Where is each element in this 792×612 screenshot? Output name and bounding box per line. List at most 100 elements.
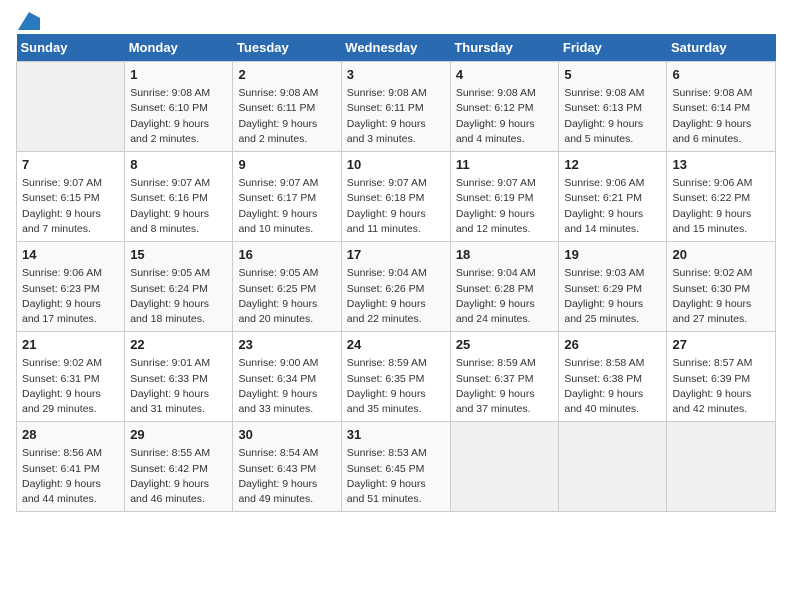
sunset-text: Sunset: 6:34 PM (238, 372, 335, 387)
day-info: Sunrise: 8:56 AMSunset: 6:41 PMDaylight:… (22, 446, 119, 507)
day-number: 24 (347, 336, 445, 354)
sunset-text: Sunset: 6:11 PM (238, 101, 335, 116)
daylight-text: Daylight: 9 hours and 46 minutes. (130, 477, 227, 507)
sunrise-text: Sunrise: 8:56 AM (22, 446, 119, 461)
sunset-text: Sunset: 6:16 PM (130, 191, 227, 206)
calendar-cell: 8Sunrise: 9:07 AMSunset: 6:16 PMDaylight… (125, 152, 233, 242)
daylight-text: Daylight: 9 hours and 35 minutes. (347, 387, 445, 417)
calendar-cell (667, 422, 776, 512)
daylight-text: Daylight: 9 hours and 51 minutes. (347, 477, 445, 507)
day-info: Sunrise: 9:01 AMSunset: 6:33 PMDaylight:… (130, 356, 227, 417)
day-number: 26 (564, 336, 661, 354)
daylight-text: Daylight: 9 hours and 42 minutes. (672, 387, 770, 417)
calendar-cell: 15Sunrise: 9:05 AMSunset: 6:24 PMDayligh… (125, 242, 233, 332)
day-info: Sunrise: 9:07 AMSunset: 6:16 PMDaylight:… (130, 176, 227, 237)
calendar-cell (559, 422, 667, 512)
daylight-text: Daylight: 9 hours and 33 minutes. (238, 387, 335, 417)
day-number: 12 (564, 156, 661, 174)
sunset-text: Sunset: 6:12 PM (456, 101, 554, 116)
day-info: Sunrise: 8:57 AMSunset: 6:39 PMDaylight:… (672, 356, 770, 417)
calendar-cell: 20 Sunrise: 9:02 AMSunset: 6:30 PMDayligh… (667, 242, 776, 332)
sunset-text: Sunset: 6:26 PM (347, 282, 445, 297)
page-header (16, 16, 776, 26)
sunset-text: Sunset: 6:24 PM (130, 282, 227, 297)
sunrise-text: Sunrise: 9:08 AM (456, 86, 554, 101)
daylight-text: Daylight: 9 hours and 44 minutes. (22, 477, 119, 507)
day-info: Sunrise: 8:58 AMSunset: 6:38 PMDaylight:… (564, 356, 661, 417)
day-number: 5 (564, 66, 661, 84)
day-info: Sunrise: 9:08 AMSunset: 6:11 PMDaylight:… (238, 86, 335, 147)
day-info: Sunrise: 9:02 AMSunset: 6:30 PMDaylight:… (672, 266, 770, 327)
day-number: 17 (347, 246, 445, 264)
daylight-text: Daylight: 9 hours and 20 minutes. (238, 297, 335, 327)
sunrise-text: Sunrise: 9:01 AM (130, 356, 227, 371)
day-number: 27 (672, 336, 770, 354)
sunrise-text: Sunrise: 9:04 AM (347, 266, 445, 281)
day-info: Sunrise: 8:54 AMSunset: 6:43 PMDaylight:… (238, 446, 335, 507)
day-number: 28 (22, 426, 119, 444)
daylight-text: Daylight: 9 hours and 11 minutes. (347, 207, 445, 237)
daylight-text: Daylight: 9 hours and 3 minutes. (347, 117, 445, 147)
day-number: 11 (456, 156, 554, 174)
day-number: 7 (22, 156, 119, 174)
calendar-cell: 14Sunrise: 9:06 AMSunset: 6:23 PMDayligh… (17, 242, 125, 332)
weekday-header: Saturday (667, 34, 776, 62)
day-info: Sunrise: 8:53 AMSunset: 6:45 PMDaylight:… (347, 446, 445, 507)
daylight-text: Daylight: 9 hours and 29 minutes. (22, 387, 119, 417)
day-number: 4 (456, 66, 554, 84)
calendar-header-row: SundayMondayTuesdayWednesdayThursdayFrid… (17, 34, 776, 62)
sunrise-text: Sunrise: 8:54 AM (238, 446, 335, 461)
day-number: 1 (130, 66, 227, 84)
daylight-text: Daylight: 9 hours and 27 minutes. (672, 297, 770, 327)
sunset-text: Sunset: 6:31 PM (22, 372, 119, 387)
sunrise-text: Sunrise: 9:05 AM (238, 266, 335, 281)
calendar-cell: 29Sunrise: 8:55 AMSunset: 6:42 PMDayligh… (125, 422, 233, 512)
sunrise-text: Sunrise: 8:59 AM (347, 356, 445, 371)
calendar-week-row: 21Sunrise: 9:02 AMSunset: 6:31 PMDayligh… (17, 332, 776, 422)
calendar-cell: 24Sunrise: 8:59 AMSunset: 6:35 PMDayligh… (341, 332, 450, 422)
daylight-text: Daylight: 9 hours and 10 minutes. (238, 207, 335, 237)
sunrise-text: Sunrise: 9:02 AM (22, 356, 119, 371)
day-number: 13 (672, 156, 770, 174)
sunset-text: Sunset: 6:22 PM (672, 191, 770, 206)
calendar-cell (17, 62, 125, 152)
sunset-text: Sunset: 6:38 PM (564, 372, 661, 387)
day-number: 20 (672, 246, 770, 264)
calendar-cell: 2Sunrise: 9:08 AMSunset: 6:11 PMDaylight… (233, 62, 341, 152)
sunset-text: Sunset: 6:33 PM (130, 372, 227, 387)
sunrise-text: Sunrise: 9:07 AM (130, 176, 227, 191)
day-number: 18 (456, 246, 554, 264)
day-info: Sunrise: 9:07 AMSunset: 6:19 PMDaylight:… (456, 176, 554, 237)
sunset-text: Sunset: 6:11 PM (347, 101, 445, 116)
daylight-text: Daylight: 9 hours and 18 minutes. (130, 297, 227, 327)
day-info: Sunrise: 9:02 AMSunset: 6:31 PMDaylight:… (22, 356, 119, 417)
daylight-text: Daylight: 9 hours and 6 minutes. (672, 117, 770, 147)
sunrise-text: Sunrise: 8:53 AM (347, 446, 445, 461)
sunrise-text: Sunrise: 9:02 AM (672, 266, 770, 281)
sunrise-text: Sunrise: 9:00 AM (238, 356, 335, 371)
sunset-text: Sunset: 6:23 PM (22, 282, 119, 297)
daylight-text: Daylight: 9 hours and 5 minutes. (564, 117, 661, 147)
weekday-header: Thursday (450, 34, 559, 62)
calendar-week-row: 7 Sunrise: 9:07 AMSunset: 6:15 PMDaylight… (17, 152, 776, 242)
day-info: Sunrise: 9:05 AMSunset: 6:24 PMDaylight:… (130, 266, 227, 327)
daylight-text: Daylight: 9 hours and 15 minutes. (672, 207, 770, 237)
day-info: Sunrise: 8:59 AMSunset: 6:37 PMDaylight:… (456, 356, 554, 417)
calendar-cell: 22Sunrise: 9:01 AMSunset: 6:33 PMDayligh… (125, 332, 233, 422)
calendar-cell: 21 Sunrise: 9:02 AMSunset: 6:31 PMDayligh… (17, 332, 125, 422)
day-info: Sunrise: 9:06 AMSunset: 6:23 PMDaylight:… (22, 266, 119, 327)
day-info: Sunrise: 9:05 AMSunset: 6:25 PMDaylight:… (238, 266, 335, 327)
day-info: Sunrise: 9:08 AMSunset: 6:11 PMDaylight:… (347, 86, 445, 147)
day-number: 21 (22, 336, 119, 354)
day-number: 9 (238, 156, 335, 174)
calendar-cell: 28 Sunrise: 8:56 AMSunset: 6:41 PMDayligh… (17, 422, 125, 512)
sunrise-text: Sunrise: 9:08 AM (672, 86, 770, 101)
weekday-header: Sunday (17, 34, 125, 62)
sunset-text: Sunset: 6:29 PM (564, 282, 661, 297)
sunset-text: Sunset: 6:21 PM (564, 191, 661, 206)
daylight-text: Daylight: 9 hours and 22 minutes. (347, 297, 445, 327)
calendar-cell: 7 Sunrise: 9:07 AMSunset: 6:15 PMDaylight… (17, 152, 125, 242)
day-info: Sunrise: 9:07 AMSunset: 6:15 PMDaylight:… (22, 176, 119, 237)
day-info: Sunrise: 9:08 AMSunset: 6:12 PMDaylight:… (456, 86, 554, 147)
calendar-cell: 3Sunrise: 9:08 AMSunset: 6:11 PMDaylight… (341, 62, 450, 152)
